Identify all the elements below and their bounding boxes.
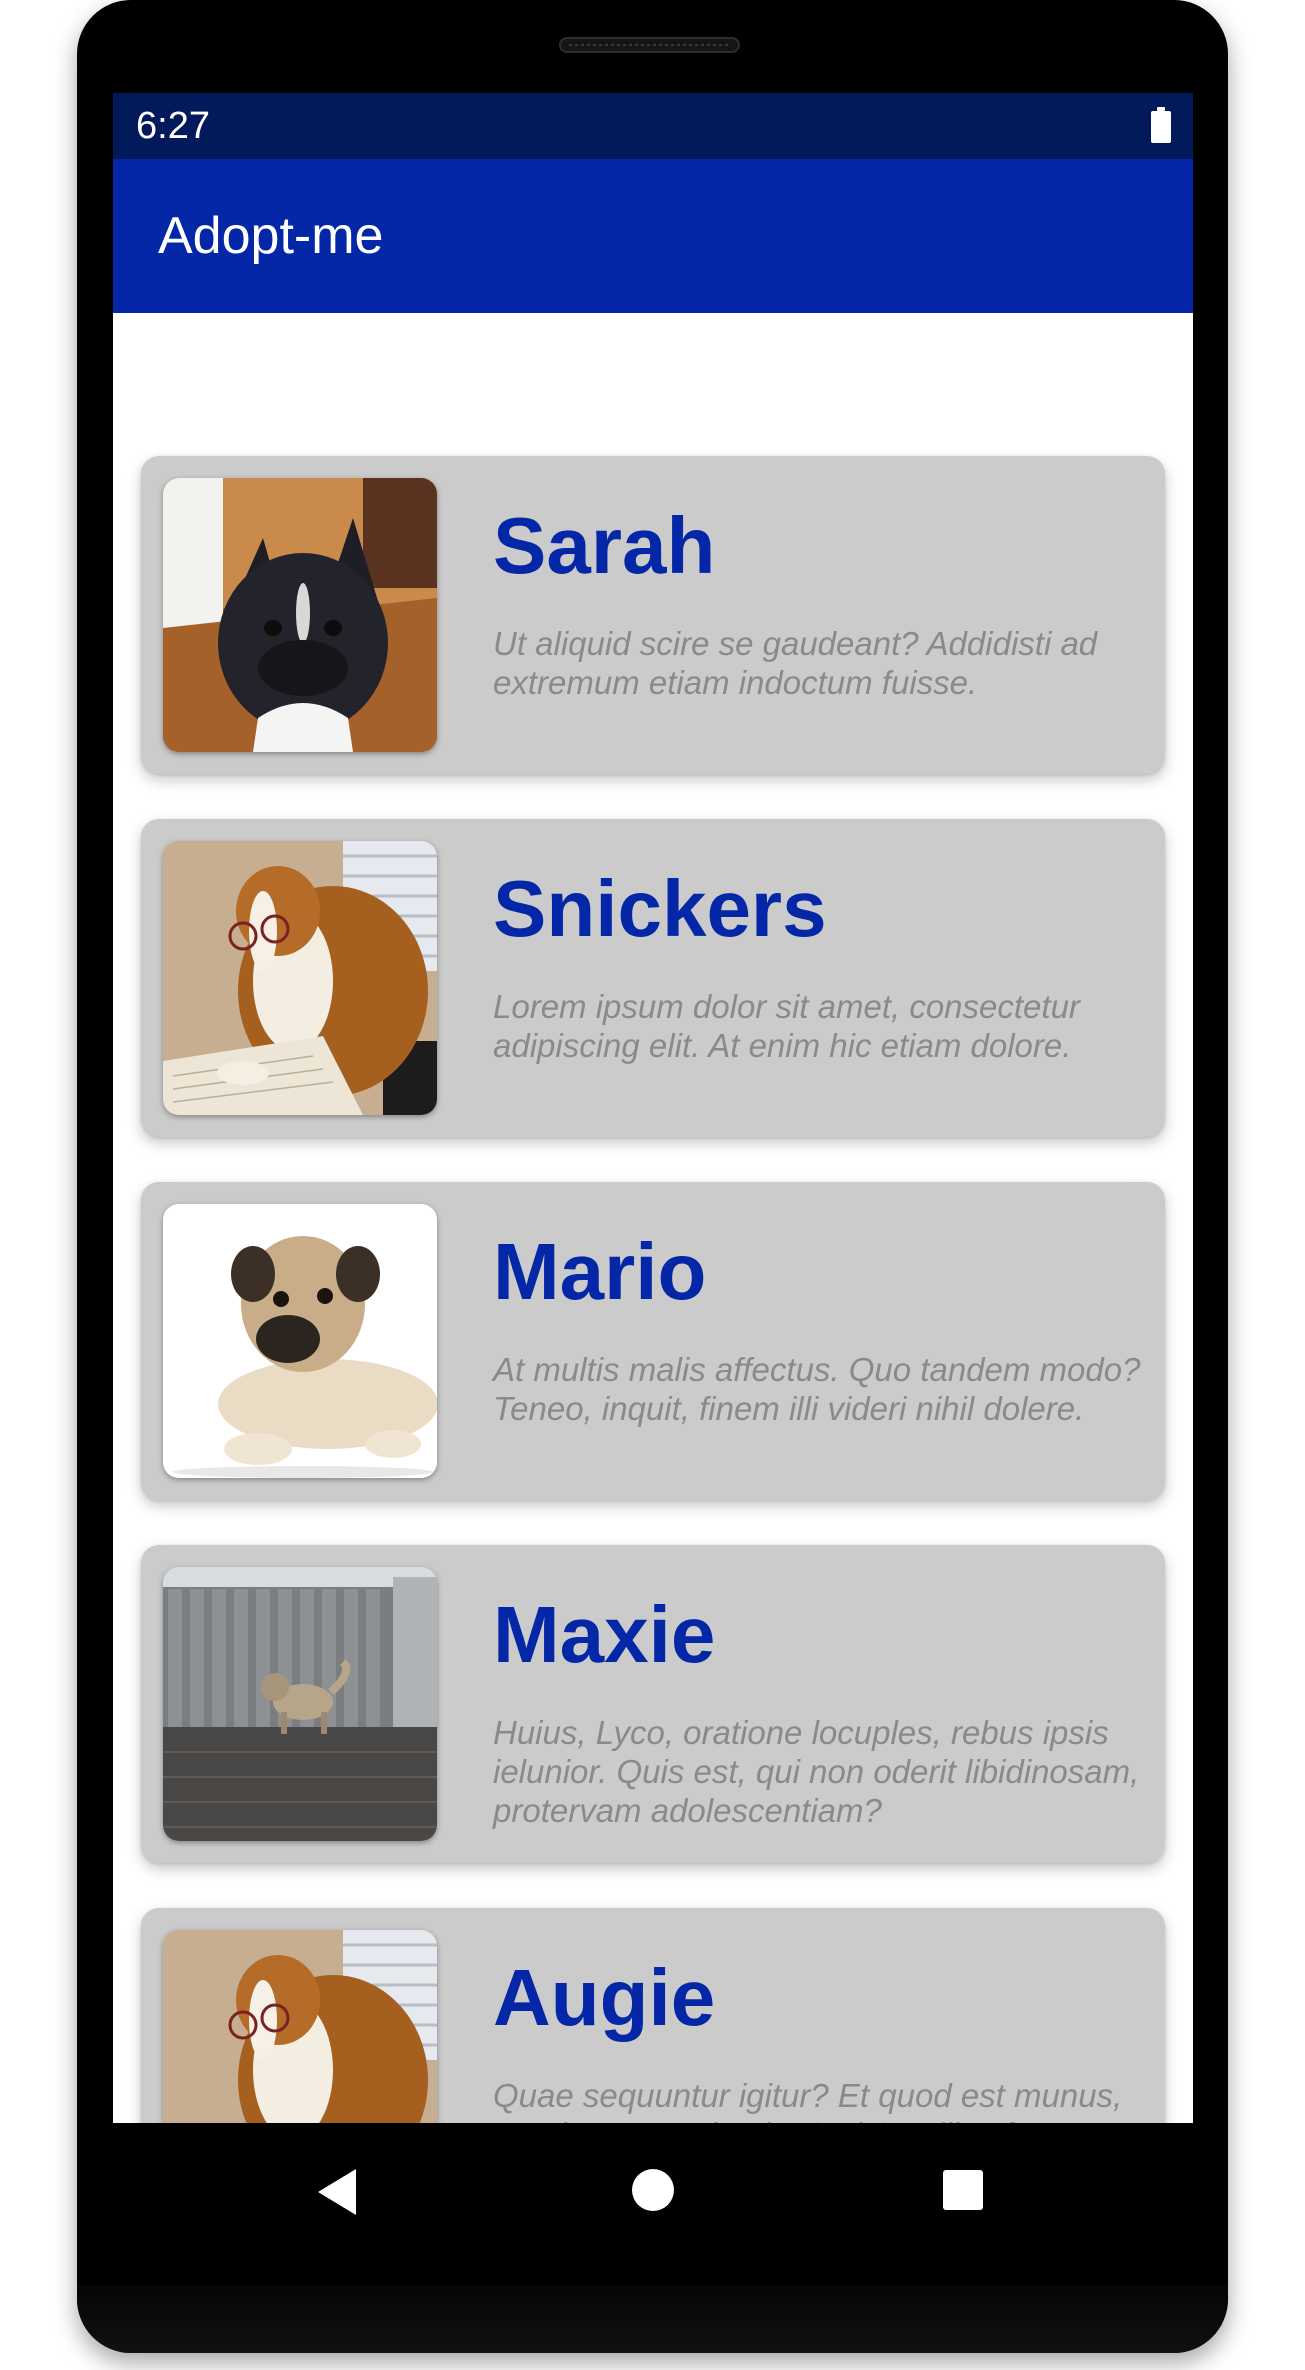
pet-name: Maxie	[493, 1590, 716, 1679]
dog-with-glasses-photo	[163, 1930, 437, 2123]
pet-card[interactable]: Sarah Ut aliquid scire se gaudeant? Addi…	[141, 456, 1165, 774]
french-bulldog-photo	[163, 478, 437, 752]
earpiece-speaker	[559, 37, 740, 53]
pet-photo	[163, 1204, 437, 1478]
status-time: 6:27	[136, 105, 210, 147]
app-title: Adopt-me	[158, 207, 384, 265]
pet-name: Snickers	[493, 864, 827, 953]
pet-card[interactable]: Maxie Huius, Lyco, oratione locuples, re…	[141, 1545, 1165, 1863]
recents-square-icon[interactable]	[943, 2170, 983, 2210]
pet-description: Quae sequuntur igitur? Et quod est munus…	[493, 2077, 1123, 2123]
navigation-bar	[113, 2123, 1193, 2255]
pug-photo	[163, 1204, 437, 1478]
pet-name: Mario	[493, 1227, 707, 1316]
status-bar: 6:27	[113, 93, 1193, 159]
pet-description: Huius, Lyco, oratione locuples, rebus ip…	[493, 1714, 1140, 1829]
pet-name: Augie	[493, 1953, 716, 2042]
pet-photo	[163, 478, 437, 752]
dog-with-glasses-photo	[163, 841, 437, 1115]
app-bar: Adopt-me	[113, 159, 1193, 313]
pet-card[interactable]: Augie Quae sequuntur igitur? Et quod est…	[141, 1908, 1165, 2123]
home-circle-icon[interactable]	[632, 2169, 674, 2211]
pet-card[interactable]: Snickers Lorem ipsum dolor sit amet, con…	[141, 819, 1165, 1137]
dog-by-gate-photo	[163, 1567, 437, 1841]
pet-description: Ut aliquid scire se gaudeant? Addidisti …	[493, 625, 1098, 701]
back-triangle-icon[interactable]	[318, 2169, 356, 2215]
pet-name: Sarah	[493, 501, 716, 590]
battery-icon	[1151, 107, 1171, 143]
pet-photo	[163, 1567, 437, 1841]
phone-bottom-edge	[77, 2285, 1228, 2353]
pet-description: At multis malis affectus. Quo tandem mod…	[493, 1351, 1141, 1427]
pet-description: Lorem ipsum dolor sit amet, consectetur …	[493, 988, 1080, 1064]
phone-screen: 6:27 Adopt-me Sarah Ut aliquid scire se …	[113, 93, 1193, 2123]
pet-card[interactable]: Mario At multis malis affectus. Quo tand…	[141, 1182, 1165, 1500]
pet-list[interactable]: Sarah Ut aliquid scire se gaudeant? Addi…	[113, 313, 1193, 2123]
pet-photo	[163, 1930, 437, 2123]
pet-photo	[163, 841, 437, 1115]
